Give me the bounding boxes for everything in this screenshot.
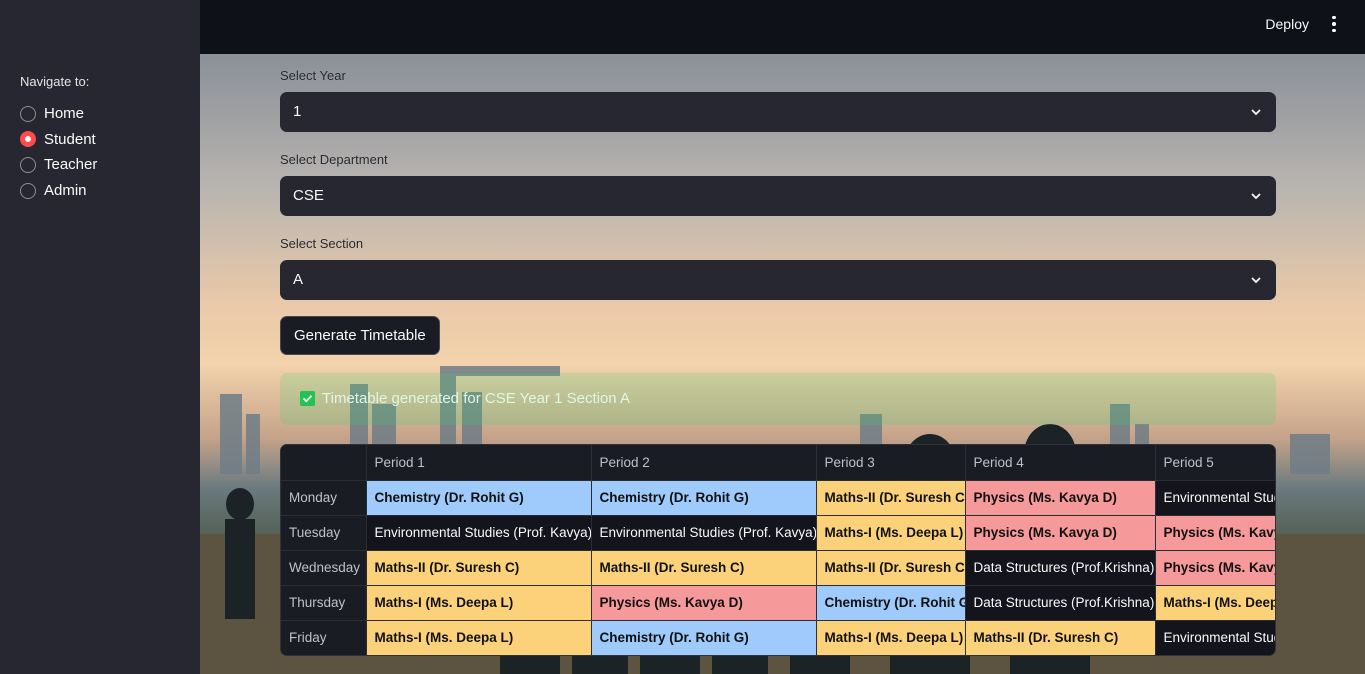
subject-cell[interactable]: Environmental Studies (Prof. Kavya) (1155, 480, 1275, 516)
radio-circle-icon[interactable] (20, 105, 36, 122)
subject-cell[interactable]: Maths-II (Dr. Suresh C) (816, 550, 966, 586)
subject-cell[interactable]: Chemistry (Dr. Rohit G) (366, 480, 592, 516)
year-select-value: 1 (293, 103, 302, 120)
generate-timetable-button[interactable]: Generate Timetable (280, 316, 440, 355)
subject-cell[interactable]: Chemistry (Dr. Rohit G) (591, 480, 817, 516)
nav-radio-label: Teacher (44, 156, 98, 174)
column-header[interactable]: Period 5 (1155, 445, 1275, 481)
success-message: Timetable generated for CSE Year 1 Secti… (322, 390, 630, 407)
year-select[interactable]: 1 (280, 92, 1276, 132)
nav-label: Navigate to: (20, 74, 90, 89)
kebab-menu-icon[interactable] (1327, 14, 1341, 34)
nav-radio-label: Student (44, 130, 96, 148)
table-row: Tuesday Environmental Studies (Prof. Kav… (281, 515, 1275, 551)
sidebar: Navigate to: Home Student Teacher Admin (0, 0, 200, 674)
subject-cell[interactable]: Maths-I (Ms. Deepa L) (816, 620, 966, 655)
deploy-button[interactable]: Deploy (1265, 14, 1309, 34)
nav-radio-label: Admin (44, 182, 87, 200)
subject-cell[interactable]: Physics (Ms. Kavya D) (965, 480, 1156, 516)
checkmark-icon (300, 391, 315, 406)
subject-cell[interactable]: Physics (Ms. Kavya D) (1155, 550, 1275, 586)
timetable-table: Period 1 Period 2 Period 3 Period 4 Peri… (281, 445, 1275, 655)
subject-cell[interactable]: Maths-I (Ms. Deepa L) (366, 585, 592, 621)
day-cell: Monday (281, 480, 367, 516)
table-row: Wednesday Maths-II (Dr. Suresh C) Maths-… (281, 550, 1275, 586)
table-row: Friday Maths-I (Ms. Deepa L) Chemistry (… (281, 620, 1275, 655)
year-label: Select Year (280, 68, 346, 83)
department-select[interactable]: CSE (280, 176, 1276, 216)
nav-radio-teacher[interactable]: Teacher (20, 152, 97, 178)
subject-cell[interactable]: Chemistry (Dr. Rohit G) (816, 585, 966, 621)
timetable-header-row: Period 1 Period 2 Period 3 Period 4 Peri… (281, 445, 1275, 481)
section-select[interactable]: A (280, 260, 1276, 300)
radio-circle-icon[interactable] (20, 156, 36, 173)
subject-cell[interactable]: Maths-II (Dr. Suresh C) (591, 550, 817, 586)
radio-selected-icon[interactable] (20, 131, 36, 148)
day-cell: Tuesday (281, 515, 367, 551)
radio-circle-icon[interactable] (20, 182, 36, 199)
table-row: Thursday Maths-I (Ms. Deepa L) Physics (… (281, 585, 1275, 621)
app-header: Deploy (200, 0, 1365, 54)
success-alert: Timetable generated for CSE Year 1 Secti… (280, 373, 1276, 425)
nav-radio-home[interactable]: Home (20, 101, 97, 127)
subject-cell[interactable]: Data Structures (Prof.Krishna) (965, 550, 1156, 586)
subject-cell[interactable]: Maths-II (Dr. Suresh C) (965, 620, 1156, 655)
chevron-down-icon (1251, 109, 1261, 116)
chevron-down-icon (1251, 277, 1261, 284)
column-header[interactable]: Period 3 (816, 445, 966, 481)
subject-cell[interactable]: Data Structures (Prof.Krishna) (965, 585, 1156, 621)
section-select-value: A (293, 271, 304, 288)
subject-cell[interactable]: Maths-II (Dr. Suresh C) (366, 550, 592, 586)
day-cell: Thursday (281, 585, 367, 621)
subject-cell[interactable]: Environmental Studies (Prof. Kavya) (591, 515, 817, 551)
subject-cell[interactable]: Maths-I (Ms. Deepa L) (366, 620, 592, 655)
nav-radio-admin[interactable]: Admin (20, 178, 97, 204)
subject-cell[interactable]: Maths-II (Dr. Suresh C) (816, 480, 966, 516)
subject-cell[interactable]: Environmental Studies (Prof. Kavya) (366, 515, 592, 551)
nav-radio-label: Home (44, 105, 85, 123)
subject-cell[interactable]: Maths-I (Ms. Deepa L) (816, 515, 966, 551)
subject-cell[interactable]: Physics (Ms. Kavya D) (1155, 515, 1275, 551)
subject-cell[interactable]: Physics (Ms. Kavya D) (591, 585, 817, 621)
section-label: Select Section (280, 236, 364, 251)
nav-radio-student[interactable]: Student (20, 127, 97, 153)
column-header[interactable]: Period 4 (965, 445, 1156, 481)
department-label: Select Department (280, 152, 388, 167)
subject-cell[interactable]: Maths-I (Ms. Deepa L) (1155, 585, 1275, 621)
subject-cell[interactable]: Physics (Ms. Kavya D) (965, 515, 1156, 551)
day-cell: Friday (281, 620, 367, 655)
nav-radio-group: Home Student Teacher Admin (20, 101, 97, 203)
column-header (281, 445, 367, 481)
subject-cell[interactable]: Chemistry (Dr. Rohit G) (591, 620, 817, 655)
timetable-dataframe[interactable]: Period 1 Period 2 Period 3 Period 4 Peri… (280, 444, 1276, 656)
column-header[interactable]: Period 1 (366, 445, 592, 481)
subject-cell[interactable]: Environmental Studies (Prof. Kavya) (1155, 620, 1275, 655)
chevron-down-icon (1251, 193, 1261, 200)
main-content: Select Year 1 Select Department CSE Sele… (200, 54, 1365, 674)
day-cell: Wednesday (281, 550, 367, 586)
column-header[interactable]: Period 2 (591, 445, 817, 481)
table-row: Monday Chemistry (Dr. Rohit G) Chemistry… (281, 480, 1275, 516)
department-select-value: CSE (293, 187, 324, 204)
